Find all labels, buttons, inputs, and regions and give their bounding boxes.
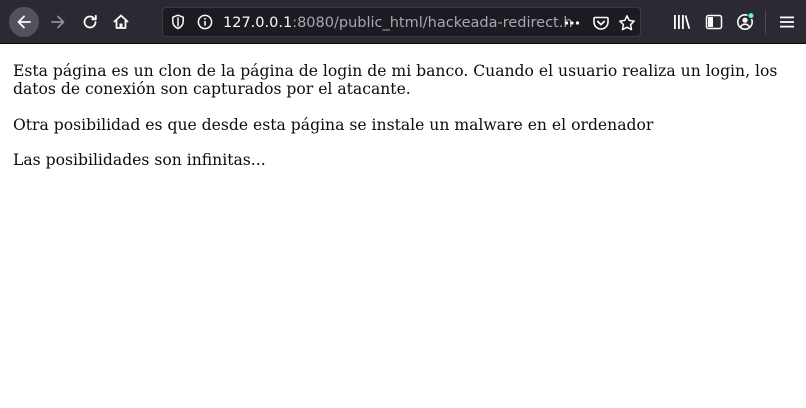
arrow-left-icon <box>15 13 33 31</box>
info-icon[interactable] <box>197 14 213 30</box>
browser-toolbar: 127.0.0.1:8080/public_html/hackeada-redi… <box>0 0 806 44</box>
sidebar-icon[interactable] <box>704 12 724 32</box>
paragraph-possibilities: Las posibilidades son infinitas... <box>13 151 266 169</box>
library-icon[interactable] <box>672 12 692 32</box>
pocket-icon[interactable] <box>592 14 610 32</box>
arrow-right-icon <box>49 13 67 31</box>
forward-button[interactable] <box>43 7 73 37</box>
reload-icon <box>81 13 99 31</box>
url-bar[interactable]: 127.0.0.1:8080/public_html/hackeada-redi… <box>162 7 641 37</box>
reload-button[interactable] <box>75 7 105 37</box>
more-icon[interactable] <box>563 14 581 32</box>
star-icon[interactable] <box>618 14 636 32</box>
home-icon <box>112 13 130 31</box>
back-button[interactable] <box>9 7 39 37</box>
url-text[interactable]: 127.0.0.1:8080/public_html/hackeada-redi… <box>223 13 653 33</box>
paragraph-malware: Otra posibilidad es que desde esta págin… <box>13 116 654 134</box>
hamburger-icon[interactable] <box>777 12 797 32</box>
paragraph-clone-description: Esta página es un clon de la página de l… <box>13 62 778 98</box>
page-content: Esta página es un clon de la página de l… <box>0 44 806 408</box>
shield-icon[interactable] <box>170 14 186 30</box>
home-button[interactable] <box>106 7 136 37</box>
url-host: 127.0.0.1 <box>223 15 293 31</box>
account-icon[interactable] <box>735 12 755 32</box>
url-path: :8080/public_html/hackeada-redirect.h <box>292 15 573 31</box>
toolbar-separator <box>765 10 766 34</box>
